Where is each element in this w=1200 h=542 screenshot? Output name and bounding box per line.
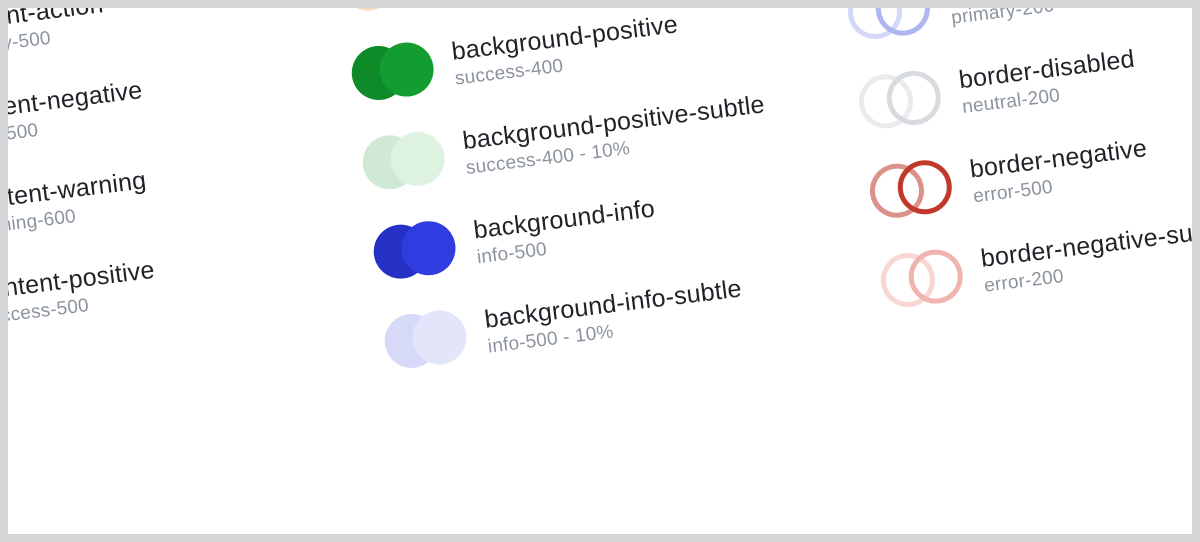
content-tokens-column: Aaa content-disabled neutral-600 Aaa con… <box>8 8 327 436</box>
ring-swatch-icon <box>842 8 935 46</box>
fill-swatch-icon <box>335 8 428 18</box>
fill-swatch-icon <box>357 125 450 197</box>
border-tokens-column: border-action primary-500 border-action-… <box>821 8 1192 314</box>
list-item: Aaa content-positive success-500 <box>8 232 316 347</box>
background-tokens-column: background-warning warning-500 backgroun… <box>324 8 823 375</box>
design-token-palette: Aaa content-disabled neutral-600 Aaa con… <box>8 8 1192 534</box>
fill-swatch-icon <box>379 303 472 375</box>
rotated-stage: Aaa content-disabled neutral-600 Aaa con… <box>8 8 1192 436</box>
ring-swatch-icon <box>853 64 946 136</box>
fill-swatch-icon <box>368 214 461 286</box>
list-item: background-info-subtle info-500 - 10% <box>379 260 823 375</box>
ring-swatch-icon <box>875 242 968 314</box>
token-alias: primary-200 <box>950 8 1177 29</box>
fill-swatch-icon <box>346 35 439 107</box>
ring-swatch-icon <box>864 153 957 225</box>
